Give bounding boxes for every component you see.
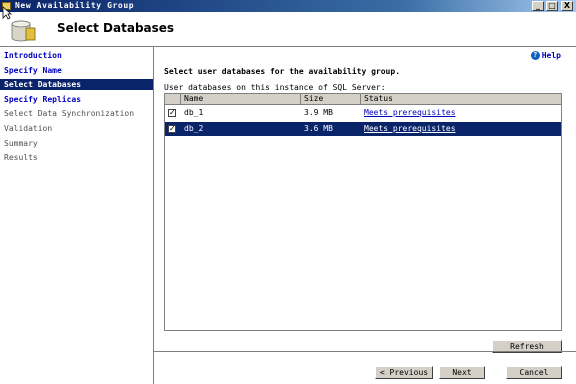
db-name: db_2: [184, 124, 204, 133]
db-status-link[interactable]: Meets prerequisites: [364, 122, 456, 136]
checkbox-column-header: [165, 94, 181, 104]
db-status-link[interactable]: Meets prerequisites: [364, 106, 456, 120]
db-name: db_1: [184, 108, 204, 117]
row-checkbox[interactable]: ✓: [168, 125, 176, 133]
db-size: 3.6 MB: [304, 124, 333, 133]
databases-grid[interactable]: Name Size Status ✓ db_1 3.9 MB Meets pre…: [164, 93, 562, 331]
next-button[interactable]: Next: [439, 366, 485, 379]
cancel-button[interactable]: Cancel: [506, 366, 562, 379]
mouse-cursor-icon: [2, 6, 12, 20]
close-button[interactable]: X: [561, 1, 573, 11]
nav-item-introduction[interactable]: Introduction: [0, 50, 153, 61]
nav-item-specify-name[interactable]: Specify Name: [0, 65, 153, 76]
help-link[interactable]: ? Help: [530, 51, 561, 60]
wizard-nav: Introduction Specify Name Select Databas…: [0, 47, 154, 384]
database-icon: [11, 20, 36, 42]
size-column-header[interactable]: Size: [301, 94, 361, 104]
minimize-button[interactable]: _: [532, 1, 544, 11]
nav-item-results: Results: [4, 153, 38, 162]
page-title: Select Databases: [57, 21, 175, 35]
nav-item-summary: Summary: [4, 139, 38, 148]
grid-header: Name Size Status: [165, 94, 561, 105]
nav-item-select-databases[interactable]: Select Databases: [0, 79, 153, 90]
status-column-header[interactable]: Status: [361, 94, 561, 104]
nav-item-select-data-synchronization: Select Data Synchronization: [4, 109, 135, 118]
table-row[interactable]: ✓ db_1 3.9 MB Meets prerequisites: [165, 106, 561, 120]
nav-item-validation: Validation: [4, 124, 53, 133]
wizard-header: Select Databases: [0, 12, 576, 47]
main-panel: ? Help Select user databases for the avai…: [154, 47, 576, 384]
help-label: Help: [541, 51, 561, 60]
window-titlebar: New Availability Group _ □ X: [0, 0, 576, 12]
row-checkbox[interactable]: ✓: [168, 109, 176, 117]
nav-item-specify-replicas[interactable]: Specify Replicas: [0, 94, 153, 105]
name-column-header[interactable]: Name: [181, 94, 301, 104]
window-title: New Availability Group: [15, 1, 135, 10]
footer-divider: [154, 351, 576, 352]
maximize-button[interactable]: □: [546, 1, 558, 11]
databases-label: User databases on this instance of SQL S…: [164, 83, 386, 92]
help-icon: ?: [530, 51, 540, 60]
table-row[interactable]: ✓ db_2 3.6 MB Meets prerequisites: [165, 122, 561, 136]
previous-button[interactable]: < Previous: [375, 366, 433, 379]
db-size: 3.9 MB: [304, 108, 333, 117]
instruction-text: Select user databases for the availabili…: [164, 67, 401, 76]
